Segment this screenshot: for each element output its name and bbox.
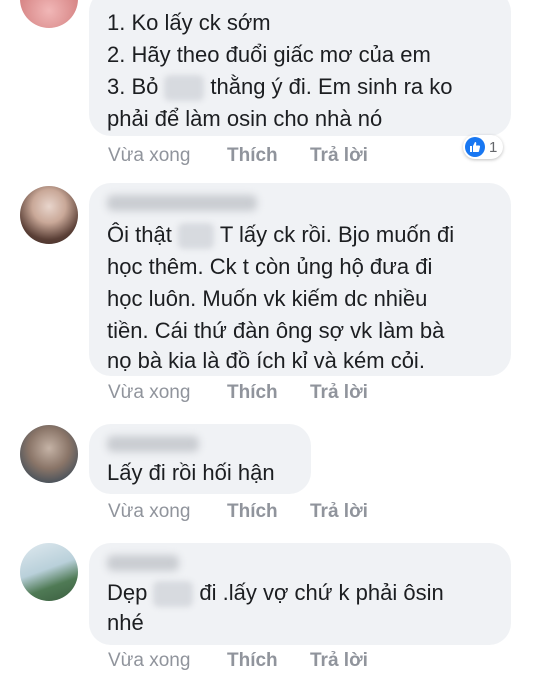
commenter-name-redacted — [107, 555, 179, 571]
redacted-name — [153, 581, 194, 608]
comment-text-line: Ôi thật T lấy ck rồi. Bjo muốn đi — [107, 220, 454, 250]
comment-text-line: 3. Bỏ thằng ý đi. Em sinh ra ko — [107, 72, 453, 102]
comment-text-fragment: T lấy ck rồi. Bjo muốn đi — [219, 222, 455, 247]
comment-timestamp: Vừa xong — [108, 145, 191, 166]
comment-timestamp: Vừa xong — [108, 501, 191, 522]
reply-button[interactable]: Trả lời — [310, 382, 368, 404]
comment-text-line: Dẹp đi .lấy vợ chứ k phải ôsin — [107, 578, 444, 608]
commenter-avatar-4[interactable] — [20, 543, 78, 601]
like-button[interactable]: Thích — [227, 382, 278, 404]
comment-text-fragment: Dẹp — [107, 580, 148, 605]
reply-button[interactable]: Trả lời — [310, 501, 368, 523]
commenter-avatar-1[interactable] — [20, 0, 78, 28]
comment-text-line: phải để làm osin cho nhà nó — [107, 106, 383, 131]
comment-text-line: 1. Ko lấy ck sớm — [107, 10, 271, 35]
comment-text-line: học thêm. Ck t còn ủng hộ đưa đi — [107, 254, 433, 279]
comment-text-fragment: 3. Bỏ — [107, 74, 159, 99]
comment-text-line: học luôn. Muốn vk kiếm dc nhiều — [107, 286, 428, 311]
comment-text-line: nọ bà kia là đồ ích kỉ và kém cỏi. — [107, 348, 425, 373]
like-button[interactable]: Thích — [227, 501, 278, 523]
like-button[interactable]: Thích — [227, 650, 278, 672]
comment-timestamp: Vừa xong — [108, 650, 191, 671]
reply-button[interactable]: Trả lời — [310, 650, 368, 672]
reaction-summary[interactable]: 1 — [463, 135, 504, 159]
reply-button[interactable]: Trả lời — [310, 145, 368, 167]
commenter-name-redacted — [107, 195, 257, 211]
commenter-avatar-2[interactable] — [20, 186, 78, 244]
comment-bubble-1: 1. Ko lấy ck sớm 2. Hãy theo đuổi giấc m… — [89, 0, 511, 136]
redacted-name — [164, 75, 205, 102]
comment-text-fragment: thằng ý đi. Em sinh ra ko — [210, 74, 453, 99]
like-thumb-icon — [465, 137, 485, 157]
comment-text-fragment: đi .lấy vợ chứ k phải ôsin — [199, 580, 444, 605]
comment-text-line: Lấy đi rồi hối hận — [107, 460, 275, 485]
comment-timestamp: Vừa xong — [108, 382, 191, 403]
comment-text-line: 2. Hãy theo đuổi giấc mơ của em — [107, 42, 431, 67]
comment-bubble-3: Lấy đi rồi hối hận — [89, 424, 311, 494]
commenter-avatar-3[interactable] — [20, 425, 78, 483]
comment-text-line: tiền. Cái thứ đàn ông sợ vk làm bà — [107, 318, 445, 343]
comment-bubble-2: Ôi thật T lấy ck rồi. Bjo muốn đi học thê… — [89, 183, 511, 376]
redacted-name — [177, 223, 214, 250]
comment-text-line: nhé — [107, 610, 144, 635]
reaction-count: 1 — [489, 138, 498, 156]
like-button[interactable]: Thích — [227, 145, 278, 167]
comment-text-fragment: Ôi thật — [107, 222, 172, 247]
comment-bubble-4: Dẹp đi .lấy vợ chứ k phải ôsin nhé — [89, 543, 511, 645]
commenter-name-redacted — [107, 436, 199, 452]
